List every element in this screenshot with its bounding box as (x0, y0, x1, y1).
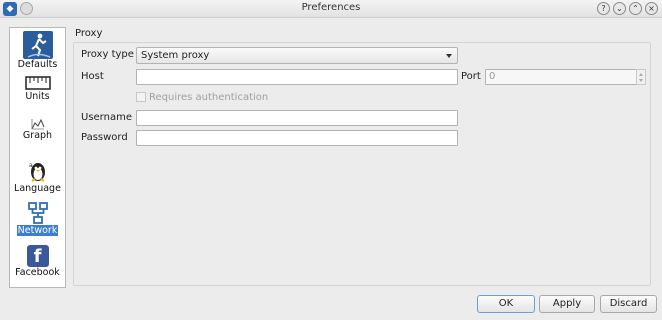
port-spinbox[interactable]: 0 (485, 69, 646, 85)
port-value: 0 (489, 71, 496, 82)
proxy-group: Proxy type System proxy Host Port 0 Requ… (73, 42, 651, 286)
sidebar-item-label: Language (14, 183, 61, 194)
sidebar-item-label: Facebook (15, 267, 60, 278)
host-label: Host (81, 71, 104, 82)
password-label: Password (81, 132, 128, 143)
proxy-type-label: Proxy type (81, 49, 134, 60)
host-input[interactable] (136, 69, 458, 85)
graph-icon (31, 118, 45, 130)
sidebar-item-units[interactable]: Units (10, 75, 65, 102)
sidebar-item-network[interactable]: Network (10, 201, 65, 236)
preferences-sidebar: Defaults Units Graph a Language Network … (9, 27, 66, 288)
ruler-icon (24, 75, 51, 91)
help-icon[interactable]: ? (597, 2, 610, 15)
sidebar-item-label: Network (16, 225, 59, 236)
sidebar-item-label: Graph (22, 130, 53, 141)
apply-button[interactable]: Apply (539, 295, 595, 313)
requires-auth-checkbox[interactable] (136, 92, 146, 102)
sidebar-item-graph[interactable]: Graph (10, 118, 65, 141)
sidebar-item-language[interactable]: a Language (10, 159, 65, 194)
sidebar-item-label: Defaults (17, 59, 58, 70)
port-stepper[interactable] (636, 69, 646, 85)
port-label: Port (461, 71, 481, 82)
title-bar[interactable]: ◆ Preferences ? ⌄ ⌃ × (0, 0, 662, 18)
stepper-down-icon[interactable] (639, 79, 643, 82)
sidebar-item-defaults[interactable]: Defaults (10, 31, 65, 70)
ok-button[interactable]: OK (477, 295, 535, 313)
proxy-type-select[interactable]: System proxy (136, 47, 458, 64)
username-input[interactable] (136, 110, 458, 126)
proxy-type-value: System proxy (141, 50, 210, 61)
discard-button[interactable]: Discard (600, 295, 657, 313)
defaults-icon (22, 31, 53, 59)
sidebar-item-label: Units (25, 91, 50, 102)
network-icon (26, 201, 50, 225)
chevron-down-icon (446, 54, 452, 58)
network-settings-panel: Proxy Proxy type System proxy Host Port … (71, 27, 654, 288)
stepper-up-icon[interactable] (639, 73, 643, 76)
maximize-icon[interactable]: ⌃ (629, 2, 642, 15)
sidebar-item-facebook[interactable]: f Facebook (10, 245, 65, 278)
close-icon[interactable]: × (645, 2, 658, 15)
requires-auth-label: Requires authentication (149, 92, 269, 103)
section-title: Proxy (75, 28, 103, 39)
password-input[interactable] (136, 130, 458, 146)
language-icon: a (26, 159, 50, 183)
window-title: Preferences (301, 2, 361, 13)
minimize-icon[interactable]: ⌄ (613, 2, 626, 15)
username-label: Username (81, 112, 132, 123)
svg-text:a: a (29, 162, 33, 169)
facebook-icon: f (26, 245, 49, 267)
